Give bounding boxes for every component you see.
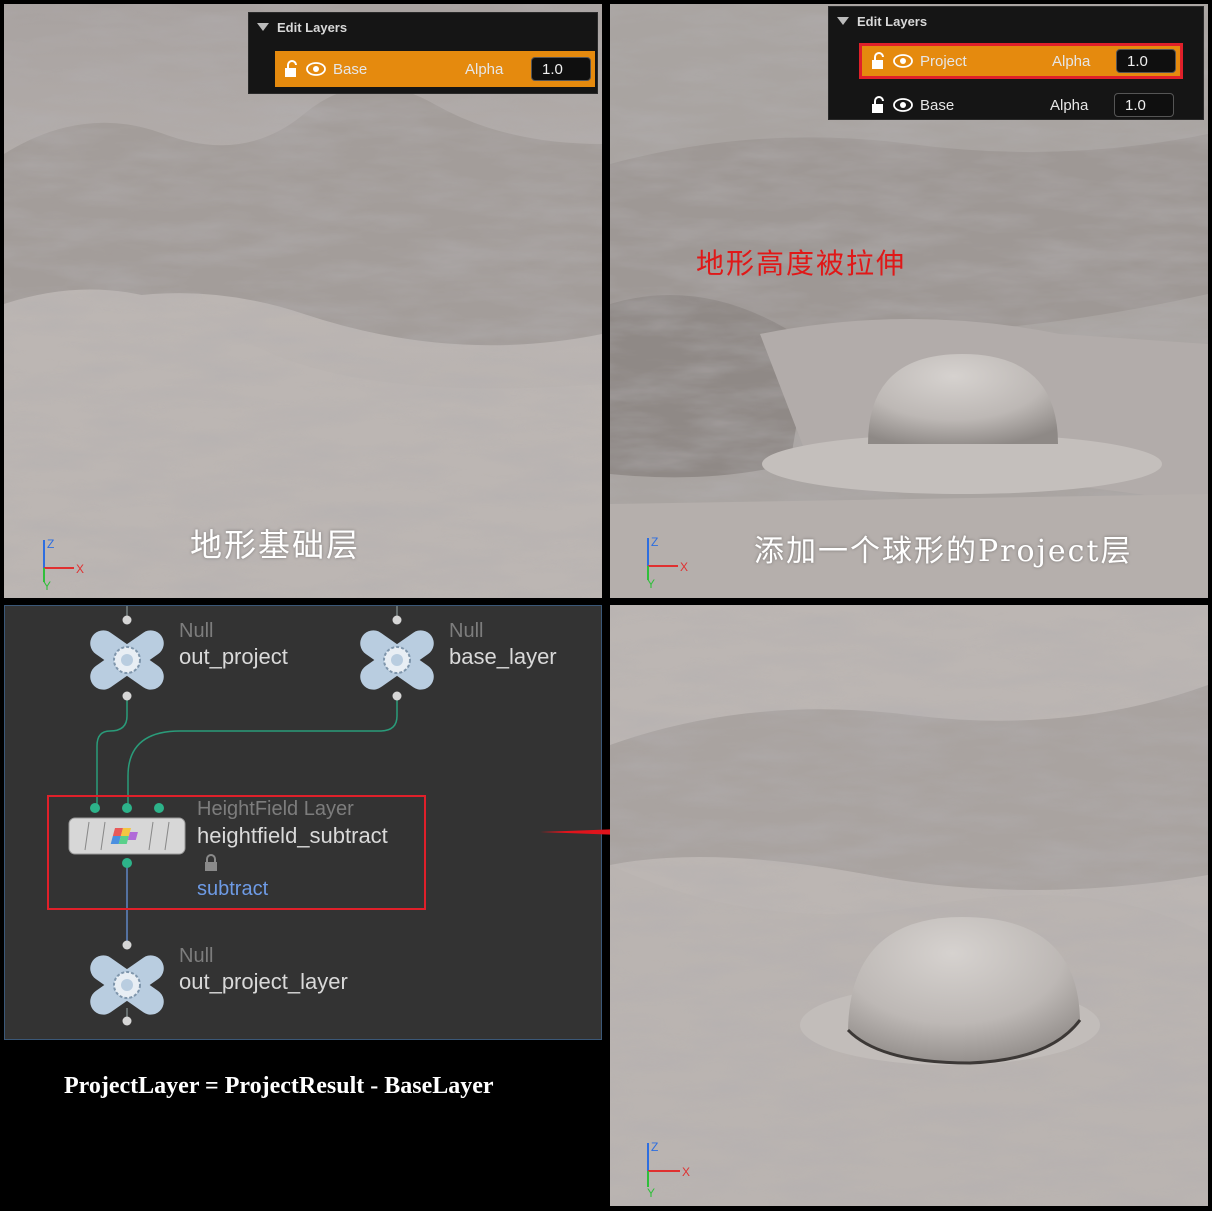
axis-gizmo-icon: Z X Y: [43, 537, 84, 590]
node-heightfield-subtract[interactable]: HeightField Layer heightfield_subtract s…: [65, 798, 425, 908]
node-name-label: out_project_layer: [179, 969, 348, 994]
edit-layers-header[interactable]: Edit Layers: [249, 13, 597, 41]
axis-z-label: Z: [47, 537, 54, 551]
axis-y-label: Y: [647, 1186, 655, 1199]
collapse-triangle-icon[interactable]: [837, 17, 849, 25]
axis-x-label: X: [680, 560, 688, 574]
node-type-label: HeightField Layer: [197, 798, 354, 820]
edit-layers-header[interactable]: Edit Layers: [829, 7, 1203, 35]
node-out-project[interactable]: Null out_project: [83, 614, 333, 704]
edit-layers-panel: Edit Layers Project Alpha 1.0 Base Alpha…: [828, 6, 1204, 120]
layer-row-base[interactable]: Base Alpha 1.0: [862, 87, 1182, 123]
alpha-value-field[interactable]: 1.0: [1116, 49, 1176, 73]
node-out-project-layer[interactable]: Null out_project_layer: [83, 939, 403, 1029]
lock-icon[interactable]: [203, 854, 219, 872]
axis-y-label: Y: [43, 579, 51, 590]
annotation-height-stretched: 地形高度被拉伸: [696, 247, 907, 280]
axis-z-label: Z: [651, 1140, 658, 1154]
visibility-eye-icon[interactable]: [305, 58, 327, 80]
layer-name: Base: [333, 60, 368, 78]
formula-text: ProjectLayer = ProjectResult - BaseLayer: [64, 1073, 494, 1099]
axis-x-label: X: [76, 562, 84, 576]
viewport-base-layer[interactable]: Edit Layers Base Alpha 1.0 地形基础层 Z X Y: [4, 4, 602, 598]
node-base-layer[interactable]: Null base_layer: [353, 614, 593, 704]
alpha-label: Alpha: [465, 60, 504, 78]
viewport-project-layer[interactable]: Edit Layers Project Alpha 1.0 Base Alpha…: [610, 4, 1208, 598]
axis-x-label: X: [682, 1165, 690, 1179]
node-type-label: Null: [449, 620, 484, 642]
axis-gizmo-icon: Z X Y: [647, 535, 688, 588]
viewport-result[interactable]: Z X Y: [610, 605, 1208, 1206]
heightfield-layer-node-icon[interactable]: [65, 798, 190, 868]
axis-z-label: Z: [651, 535, 658, 549]
layer-name: Project: [920, 52, 967, 70]
node-name-label: heightfield_subtract: [197, 823, 388, 848]
edit-layers-title: Edit Layers: [277, 19, 348, 35]
null-node-icon[interactable]: [83, 614, 173, 704]
alpha-label: Alpha: [1050, 96, 1089, 114]
axis-y-label: Y: [647, 577, 655, 588]
axis-gizmo-icon: Z X Y: [647, 1140, 690, 1199]
node-type-label: Null: [179, 620, 214, 642]
edit-layers-panel: Edit Layers Base Alpha 1.0: [248, 12, 598, 94]
null-node-icon[interactable]: [353, 614, 443, 704]
alpha-value-field[interactable]: 1.0: [1114, 93, 1174, 117]
node-name-label: base_layer: [449, 644, 557, 669]
caption-project-layer: 添加一个球形的Project层: [754, 534, 1133, 569]
unlock-icon[interactable]: [868, 94, 890, 116]
layer-row-project[interactable]: Project Alpha 1.0: [859, 43, 1183, 79]
node-type-label: Null: [179, 945, 214, 967]
unlock-icon[interactable]: [281, 58, 303, 80]
layer-name: Base: [920, 96, 955, 114]
node-graph-editor[interactable]: Null out_project Null base_layer HeightF…: [4, 605, 602, 1040]
visibility-eye-icon[interactable]: [892, 50, 914, 72]
alpha-label: Alpha: [1052, 52, 1091, 70]
edit-layers-title: Edit Layers: [857, 13, 928, 29]
visibility-eye-icon[interactable]: [892, 94, 914, 116]
unlock-icon[interactable]: [868, 50, 890, 72]
terrain-render: [610, 605, 1208, 1206]
collapse-triangle-icon[interactable]: [257, 23, 269, 31]
alpha-value-field[interactable]: 1.0: [531, 57, 591, 81]
layer-row-base[interactable]: Base Alpha 1.0: [275, 51, 595, 87]
null-node-icon[interactable]: [83, 939, 173, 1029]
node-mode-label: subtract: [197, 878, 269, 900]
node-name-label: out_project: [179, 644, 288, 669]
caption-base-layer: 地形基础层: [190, 526, 361, 564]
